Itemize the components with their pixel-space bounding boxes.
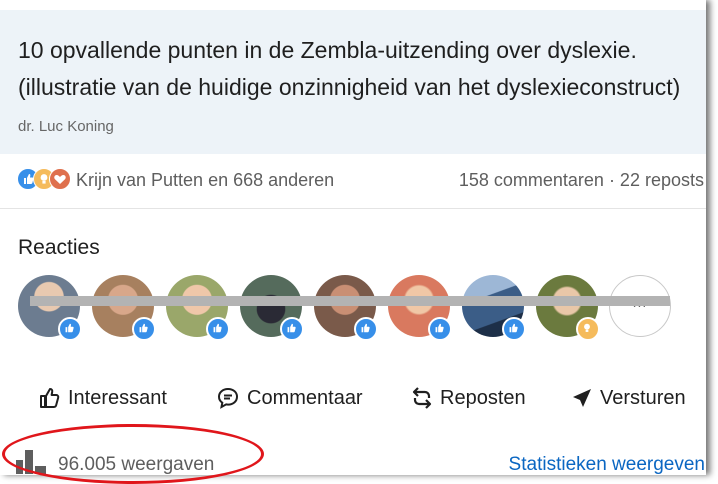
comment-button[interactable]: Commentaar	[217, 378, 363, 418]
social-counts-bar: Krijn van Putten en 668 anderen 158 comm…	[0, 154, 706, 204]
interesting-button[interactable]: Interessant	[38, 378, 167, 418]
avatar[interactable]	[462, 275, 526, 341]
like-icon	[354, 317, 378, 341]
reactor-avatars: ...	[0, 275, 706, 350]
article-author: dr. Luc Koning	[18, 118, 114, 135]
repost-icon	[412, 387, 432, 409]
divider	[0, 208, 706, 209]
comment-icon	[217, 387, 239, 409]
thumbs-up-icon	[40, 388, 60, 408]
like-icon	[58, 317, 82, 341]
comment-label: Commentaar	[247, 386, 363, 409]
avatar[interactable]	[536, 275, 600, 341]
send-button[interactable]: Versturen	[572, 378, 686, 418]
avatar[interactable]	[314, 275, 378, 341]
repost-label: Reposten	[440, 386, 526, 409]
reaction-icons[interactable]	[17, 168, 73, 190]
avatar[interactable]	[166, 275, 230, 341]
avatar[interactable]	[388, 275, 452, 341]
more-reactors-button[interactable]: ...	[609, 275, 671, 337]
reactions-heading: Reacties	[18, 236, 100, 259]
like-icon	[502, 317, 526, 341]
avatar[interactable]	[92, 275, 156, 341]
like-icon	[132, 317, 156, 341]
send-label: Versturen	[600, 386, 686, 409]
like-icon	[206, 317, 230, 341]
comments-reposts-count[interactable]: 158 commentaren · 22 reposts	[459, 170, 704, 191]
like-icon	[428, 317, 452, 341]
like-icon	[280, 317, 304, 341]
article-preview[interactable]: 10 opvallende punten in de Zembla-uitzen…	[0, 10, 706, 154]
reactors-text[interactable]: Krijn van Putten en 668 anderen	[76, 170, 334, 191]
redaction-bar	[30, 296, 670, 306]
view-statistics-link[interactable]: Statistieken weergeven	[509, 454, 705, 476]
repost-button[interactable]: Reposten	[412, 378, 526, 418]
avatar[interactable]	[18, 275, 82, 341]
article-title[interactable]: 10 opvallende punten in de Zembla-uitzen…	[18, 32, 708, 106]
annotation-circle	[2, 424, 264, 484]
interesting-label: Interessant	[68, 386, 167, 409]
post-card: 10 opvallende punten in de Zembla-uitzen…	[0, 0, 706, 475]
love-icon	[49, 168, 71, 190]
send-icon	[573, 389, 591, 407]
insight-icon	[576, 317, 600, 341]
avatar[interactable]	[240, 275, 304, 341]
action-bar: Interessant Commentaar Reposten Versture…	[0, 378, 706, 418]
